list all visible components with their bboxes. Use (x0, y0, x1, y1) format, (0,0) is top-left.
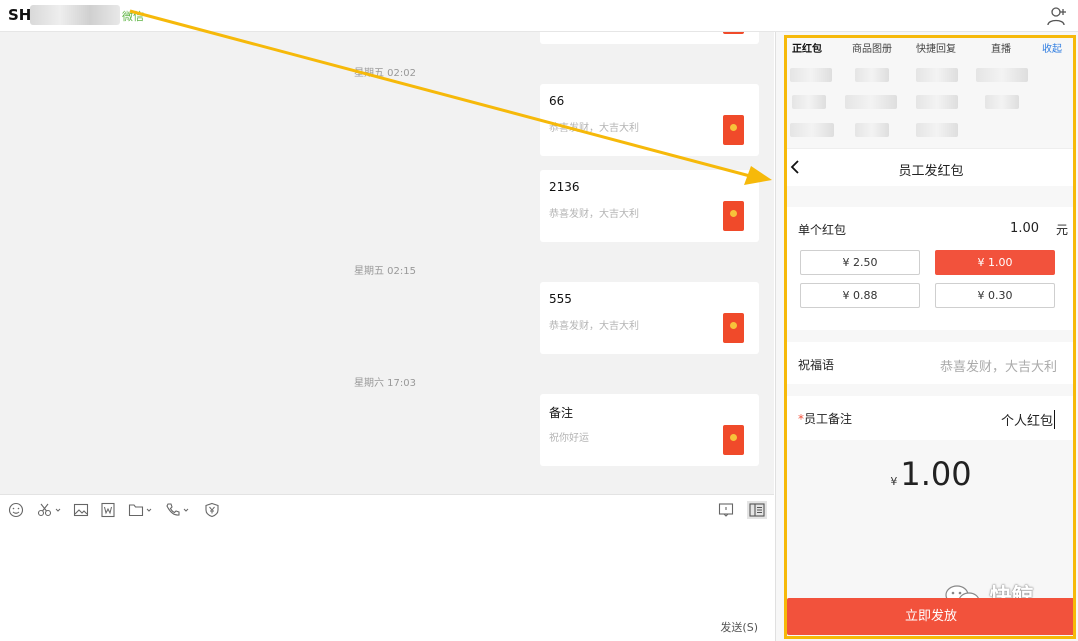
red-envelope-icon (723, 201, 744, 231)
blurred-item (855, 123, 889, 137)
message-card-partial[interactable] (540, 32, 759, 44)
folder-icon[interactable] (128, 502, 154, 518)
screenshot-scissors-icon[interactable] (37, 502, 63, 518)
total-amount: ¥1.00 (787, 455, 1075, 493)
envelope-wish: 祝你好运 (549, 433, 589, 444)
send-button[interactable]: 发送(S) (720, 619, 758, 635)
amount-option-1-00[interactable]: ¥ 1.00 (935, 250, 1055, 275)
tab-quick-reply[interactable]: 快捷回复 (916, 40, 956, 55)
message-bubble-icon[interactable] (718, 502, 734, 518)
tab-live[interactable]: 直播 (991, 40, 1011, 55)
form-header: 员工发红包 (787, 148, 1075, 186)
blessing-label: 祝福语 (798, 358, 835, 372)
add-contact-icon[interactable] (1046, 6, 1068, 26)
staff-note-label: *员工备注 (798, 410, 852, 427)
envelope-amount: 555 (549, 292, 572, 306)
single-amount-label: 单个红包 (798, 223, 847, 237)
total-value: 1.00 (900, 455, 972, 493)
amount-option-2-50[interactable]: ¥ 2.50 (800, 250, 920, 275)
staff-note-section: *员工备注 个人红包 (787, 396, 1075, 440)
composer-toolbar (0, 494, 774, 524)
emoji-icon[interactable] (8, 502, 24, 518)
form-title: 员工发红包 (898, 164, 964, 179)
timestamp: 星期五 02:15 (354, 266, 416, 277)
blessing-section: 祝福语 恭喜发财，大吉大利 (787, 342, 1075, 384)
blurred-item (792, 95, 826, 109)
collapse-button[interactable]: 收起 (1042, 40, 1062, 55)
amount-option-0-30[interactable]: ¥ 0.30 (935, 283, 1055, 308)
red-envelope-icon (723, 32, 744, 34)
total-currency-symbol: ¥ (890, 475, 898, 488)
amount-option-0-88[interactable]: ¥ 0.88 (800, 283, 920, 308)
tab-red-packet[interactable]: 正红包 (792, 40, 822, 55)
blurred-item (916, 68, 958, 82)
red-envelope-icon (723, 115, 744, 145)
word-file-icon[interactable] (100, 502, 116, 518)
blurred-item (790, 123, 834, 137)
staff-note-label-text: 员工备注 (804, 412, 853, 426)
blurred-item (976, 68, 1028, 82)
red-packet-shield-icon[interactable] (204, 502, 220, 518)
timestamp: 星期五 02:02 (354, 68, 416, 79)
image-icon[interactable] (73, 502, 89, 518)
tab-product-album[interactable]: 商品图册 (852, 40, 892, 55)
currency-unit: 元 (1055, 223, 1068, 237)
envelope-wish: 恭喜发财，大吉大利 (549, 321, 639, 332)
side-panel-toggle-icon[interactable] (747, 501, 767, 519)
blurred-item (985, 95, 1019, 109)
blurred-item (845, 95, 897, 109)
panel-tabs: 正红包 商品图册 快捷回复 直播 收起 (790, 40, 1075, 58)
red-envelope-message[interactable]: 66 恭喜发财，大吉大利 (540, 84, 759, 156)
red-envelope-message[interactable]: 2136 恭喜发财，大吉大利 (540, 170, 759, 242)
envelope-amount: 备注 (549, 406, 574, 420)
phone-icon[interactable] (165, 502, 191, 518)
envelope-amount: 66 (549, 94, 565, 108)
red-envelope-icon (723, 425, 744, 455)
amount-section: 单个红包 1.00 元 ¥ 2.50 ¥ 1.00 ¥ 0.88 ¥ 0.30 (787, 207, 1075, 330)
timestamp: 星期六 17:03 (354, 378, 416, 389)
staff-note-input[interactable]: 个人红包 (1001, 410, 1055, 429)
blurred-item (790, 68, 832, 82)
blurred-contact-name (30, 5, 120, 25)
red-envelope-message[interactable]: 备注 祝你好运 (540, 394, 759, 466)
red-envelope-message[interactable]: 555 恭喜发财，大吉大利 (540, 282, 759, 354)
envelope-wish: 恭喜发财，大吉大利 (549, 209, 639, 220)
contact-name: SH (8, 6, 32, 24)
source-tag: 微信 (122, 10, 144, 23)
blurred-item (916, 123, 958, 137)
single-amount-value[interactable]: 1.00 (1010, 221, 1039, 236)
message-input[interactable]: 发送(S) (0, 524, 774, 641)
envelope-amount: 2136 (549, 180, 580, 194)
red-envelope-icon (723, 313, 744, 343)
chat-history[interactable]: 星期五 02:02 66 恭喜发财，大吉大利 2136 恭喜发财，大吉大利 星期… (0, 32, 774, 494)
send-now-button[interactable]: 立即发放 (787, 598, 1075, 635)
blurred-item (916, 95, 958, 109)
chat-header: SH 微信 (0, 0, 1078, 32)
blurred-item (855, 68, 889, 82)
envelope-wish: 恭喜发财，大吉大利 (549, 123, 639, 134)
blessing-input[interactable]: 恭喜发财，大吉大利 (940, 356, 1057, 375)
